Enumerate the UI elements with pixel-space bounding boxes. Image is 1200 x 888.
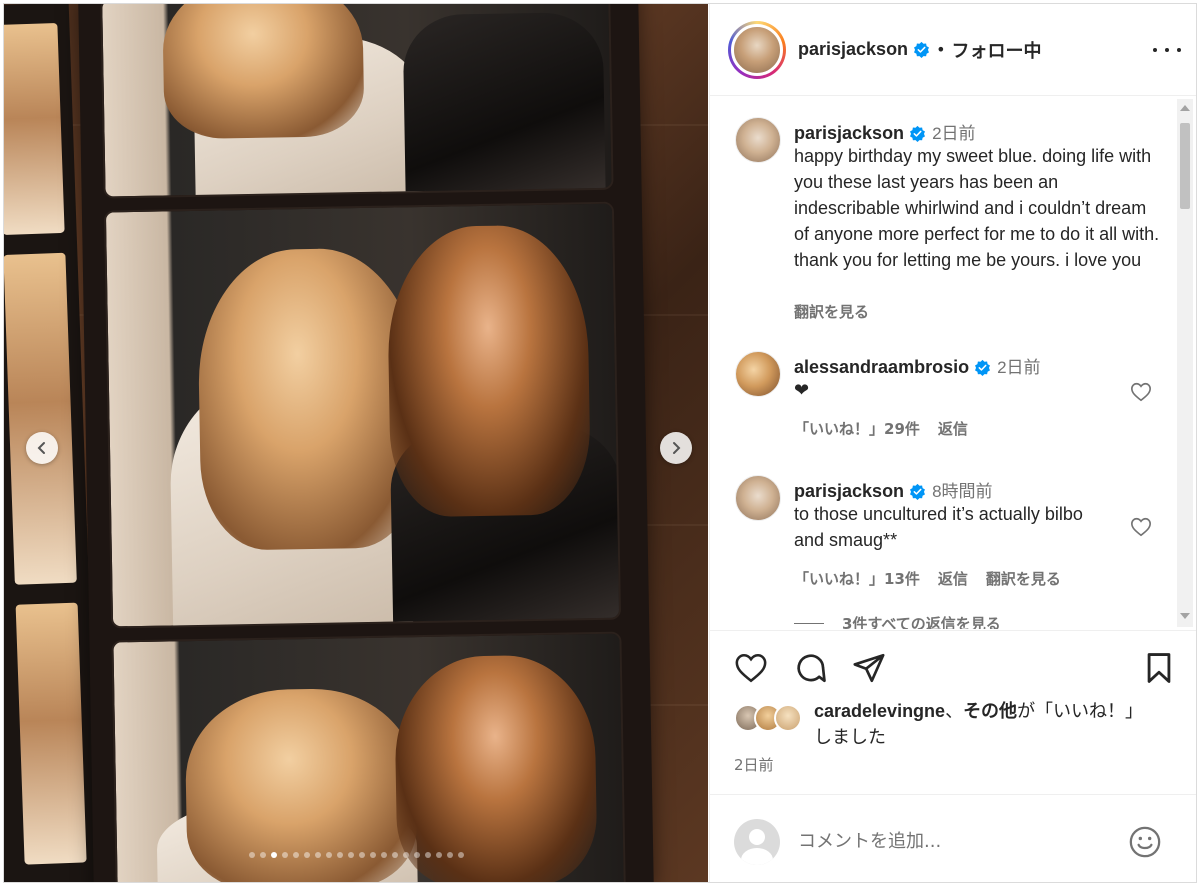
- reply-button[interactable]: 返信: [938, 570, 968, 588]
- verified-icon: [910, 125, 926, 142]
- comment-time[interactable]: 8時間前: [932, 482, 992, 501]
- likes-text: caradelevingne、その他が「いいね！」しました: [814, 698, 1154, 751]
- comment-text: to those uncultured it’s actually bilbo …: [794, 504, 1083, 550]
- comment-avatar[interactable]: [735, 475, 781, 521]
- carousel-dot: [292, 852, 299, 858]
- comment-username[interactable]: alessandraambrosio: [794, 357, 969, 377]
- carousel-dot: [270, 852, 277, 858]
- comments-section[interactable]: parisjackson 2日前 happy birthday my sweet …: [710, 97, 1196, 629]
- share-icon[interactable]: [852, 651, 886, 685]
- likes-joiner: 、: [945, 701, 964, 722]
- verified-icon: [914, 41, 930, 58]
- author-username[interactable]: parisjackson: [798, 39, 908, 60]
- comments-scrollbar[interactable]: [1177, 99, 1193, 627]
- action-bar: [710, 630, 1196, 690]
- carousel-dot: [358, 852, 365, 858]
- carousel-dot: [380, 852, 387, 858]
- carousel-dot: [281, 852, 288, 858]
- carousel-dot: [259, 852, 266, 858]
- carousel-dot: [303, 852, 310, 858]
- reply-button[interactable]: 返信: [938, 420, 968, 438]
- carousel-dot: [369, 852, 376, 858]
- follow-status-button[interactable]: フォロー中: [952, 37, 1042, 63]
- heart-icon[interactable]: [1130, 516, 1152, 538]
- carousel-dot: [325, 852, 332, 858]
- heart-icon[interactable]: [1130, 381, 1152, 403]
- carousel-dot: [248, 852, 255, 858]
- comment-icon[interactable]: [794, 651, 828, 685]
- photo-frame-top: [100, 4, 614, 199]
- bookmark-icon[interactable]: [1142, 651, 1176, 685]
- comment-time[interactable]: 2日前: [997, 358, 1040, 377]
- comment-username[interactable]: parisjackson: [794, 481, 904, 501]
- author-avatar[interactable]: [728, 20, 786, 79]
- comment-avatar[interactable]: [735, 351, 781, 397]
- comment-input[interactable]: [798, 827, 1118, 855]
- carousel-dot: [402, 852, 409, 858]
- translate-link[interactable]: 翻訳を見る: [794, 303, 869, 321]
- comment-likes-count[interactable]: 「いいね！」13件: [794, 570, 920, 588]
- caption-author: parisjackson 2日前: [794, 119, 976, 144]
- liker-avatars[interactable]: [734, 704, 814, 734]
- photo-strip-main: [78, 4, 654, 882]
- liker-avatar: [774, 704, 802, 732]
- carousel-dot: [314, 852, 321, 858]
- view-replies-link[interactable]: 3件すべての返信を見る: [794, 613, 1001, 629]
- caption-translate-link: 翻訳を見る: [794, 301, 887, 322]
- chevron-right-icon: [673, 442, 681, 454]
- carousel-dot: [457, 852, 464, 858]
- comment-text: ❤: [794, 380, 810, 400]
- carousel-dot: [391, 852, 398, 858]
- likes-others-link[interactable]: その他: [963, 701, 1017, 721]
- view-replies-label: 3件すべての返信を見る: [842, 615, 1001, 629]
- verified-icon: [975, 359, 991, 376]
- carousel-dot: [424, 852, 431, 858]
- caption-username[interactable]: parisjackson: [794, 123, 904, 143]
- header-separator: •: [936, 40, 946, 59]
- carousel-indicator: [4, 852, 708, 858]
- user-avatar: [734, 819, 780, 865]
- photo-frame-bottom: [111, 631, 626, 882]
- post-header: parisjackson • フォロー中: [710, 4, 1196, 96]
- caption-time[interactable]: 2日前: [932, 124, 975, 143]
- add-comment-bar: [710, 794, 1196, 882]
- post-date[interactable]: 2日前: [734, 754, 774, 775]
- carousel-dot: [347, 852, 354, 858]
- carousel-dot: [446, 852, 453, 858]
- emoji-icon[interactable]: [1128, 825, 1162, 859]
- instagram-post-window: parisjackson • フォロー中 parisjackson 2日前 hap…: [3, 3, 1197, 883]
- carousel-prev-button[interactable]: [26, 432, 58, 464]
- comment-author: alessandraambrosio 2日前: [794, 353, 1041, 378]
- heart-icon[interactable]: [734, 651, 768, 685]
- verified-icon: [910, 483, 926, 500]
- liker-username[interactable]: caradelevingne: [814, 701, 945, 721]
- carousel-dot: [413, 852, 420, 858]
- caption-avatar[interactable]: [735, 117, 781, 163]
- translate-link[interactable]: 翻訳を見る: [986, 570, 1061, 588]
- comment-author: parisjackson 8時間前: [794, 477, 993, 502]
- more-icon[interactable]: [1153, 38, 1181, 62]
- comment-meta: 「いいね！」13件 返信 翻訳を見る: [794, 568, 1079, 589]
- chevron-left-icon: [37, 442, 45, 454]
- caption-text: happy birthday my sweet blue. doing life…: [794, 146, 1160, 270]
- post-photo: [4, 4, 708, 882]
- comment-likes-count[interactable]: 「いいね！」29件: [794, 420, 920, 438]
- carousel-dot: [336, 852, 343, 858]
- photo-frame-middle: [103, 201, 622, 629]
- carousel-next-button[interactable]: [660, 432, 692, 464]
- post-sidebar: parisjackson • フォロー中 parisjackson 2日前 hap…: [709, 4, 1196, 882]
- comment-meta: 「いいね！」29件 返信: [794, 418, 986, 439]
- carousel-dot: [435, 852, 442, 858]
